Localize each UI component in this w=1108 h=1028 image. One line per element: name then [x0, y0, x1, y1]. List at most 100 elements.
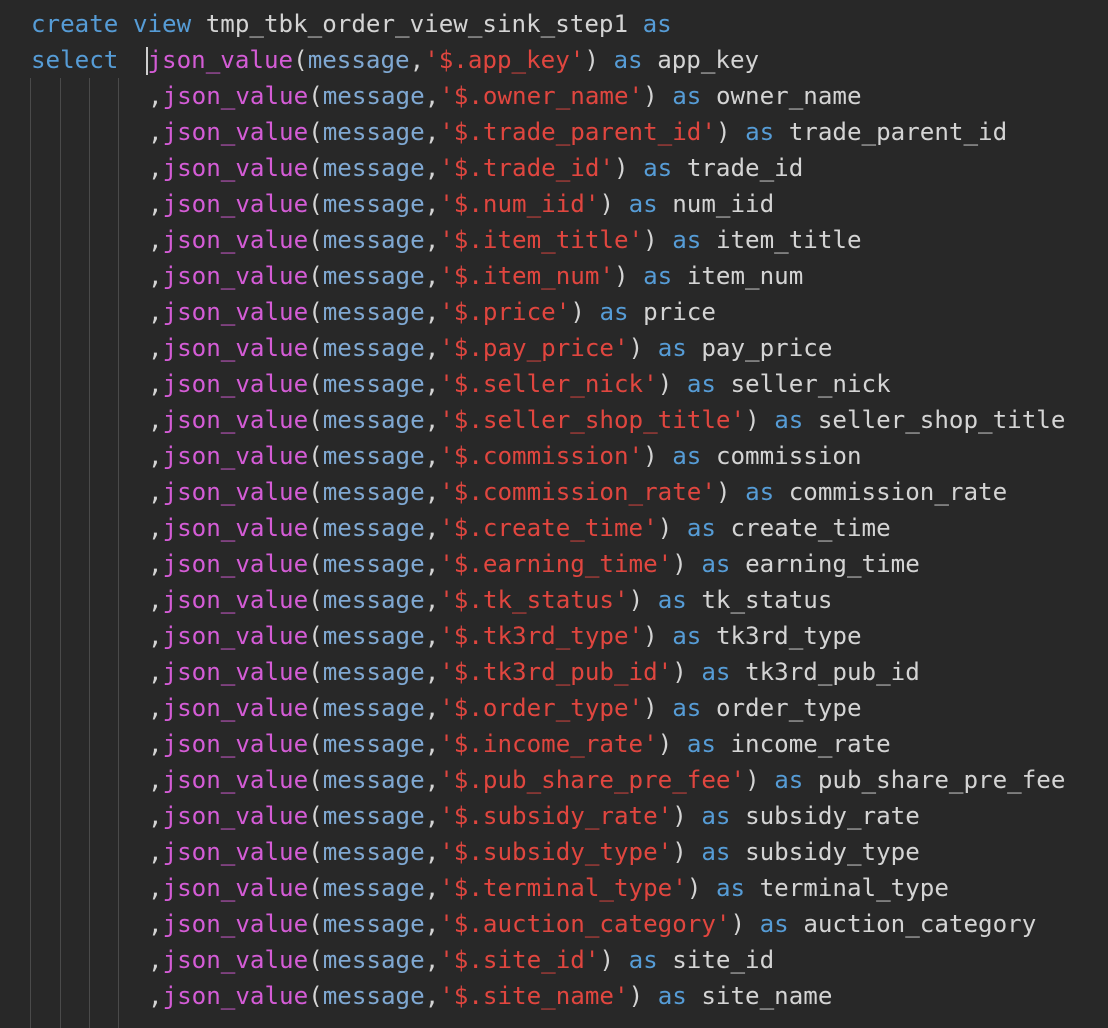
function-name: json_value [162, 370, 309, 398]
column-alias: seller_shop_title [817, 406, 1066, 434]
paren-open: ( [308, 838, 323, 866]
keyword-as: as [657, 982, 687, 1010]
json-path: '$.seller_shop_title' [439, 406, 746, 434]
leading-comma: , [148, 730, 163, 758]
function-name: json_value [162, 838, 309, 866]
code-line-field[interactable]: ,json_value(message,'$.subsidy_type') as… [148, 834, 920, 870]
code-line-select[interactable]: select json_value(message,'$.app_key') a… [31, 42, 759, 78]
paren-close: ) [672, 658, 687, 686]
comma: , [424, 406, 440, 434]
column-alias: earning_time [745, 550, 920, 578]
json-path: '$.price' [439, 298, 571, 326]
paren-open: ( [308, 298, 323, 326]
paren-close: ) [672, 550, 687, 578]
keyword-as: as [672, 82, 702, 110]
comma: , [424, 442, 440, 470]
param-message: message [322, 658, 425, 686]
code-line-field[interactable]: ,json_value(message,'$.trade_id') as tra… [148, 150, 803, 186]
keyword-as: as [701, 802, 731, 830]
code-line-field[interactable]: ,json_value(message,'$.site_name') as si… [148, 978, 832, 1014]
paren-close: ) [686, 874, 702, 902]
json-path: '$.create_time' [439, 514, 658, 542]
code-line-field[interactable]: ,json_value(message,'$.terminal_type') a… [148, 870, 949, 906]
code-line-field[interactable]: ,json_value(message,'$.create_time') as … [148, 510, 891, 546]
column-alias: tk_status [701, 586, 833, 614]
paren-close: ) [715, 478, 731, 506]
code-line-field[interactable]: ,json_value(message,'$.tk_status') as tk… [148, 582, 832, 618]
param-message: message [322, 406, 425, 434]
paren-open: ( [308, 802, 323, 830]
code-line-field[interactable]: ,json_value(message,'$.subsidy_rate') as… [148, 798, 920, 834]
json-path: '$.owner_name' [439, 82, 644, 110]
column-alias: site_id [672, 946, 775, 974]
function-name: json_value [162, 766, 309, 794]
keyword-as: as [774, 766, 804, 794]
function-name: json_value [162, 658, 309, 686]
param-message: message [322, 730, 425, 758]
paren-open: ( [308, 766, 323, 794]
code-line-field[interactable]: ,json_value(message,'$.num_iid') as num_… [148, 186, 774, 222]
keyword-as: as [642, 10, 672, 38]
code-line-field[interactable]: ,json_value(message,'$.income_rate') as … [148, 726, 891, 762]
code-line-field[interactable]: ,json_value(message,'$.seller_nick') as … [148, 366, 891, 402]
paren-open: ( [308, 586, 323, 614]
leading-comma: , [148, 478, 163, 506]
code-line-field[interactable]: ,json_value(message,'$.tk3rd_pub_id') as… [148, 654, 920, 690]
code-line-field[interactable]: ,json_value(message,'$.commission_rate')… [148, 474, 1007, 510]
code-line-field[interactable]: ,json_value(message,'$.pub_share_pre_fee… [148, 762, 1065, 798]
code-line-field[interactable]: ,json_value(message,'$.owner_name') as o… [148, 78, 862, 114]
paren-open: ( [308, 334, 323, 362]
param-message: message [322, 514, 425, 542]
comma: , [409, 46, 425, 74]
leading-comma: , [148, 514, 163, 542]
json-path: '$.tk_status' [439, 586, 629, 614]
leading-comma: , [148, 298, 163, 326]
indent-guide [60, 78, 61, 1028]
param-message: message [322, 946, 425, 974]
param-message: message [307, 46, 410, 74]
keyword-as: as [672, 622, 702, 650]
code-line-field[interactable]: ,json_value(message,'$.item_title') as i… [148, 222, 862, 258]
code-line-field[interactable]: ,json_value(message,'$.tk3rd_type') as t… [148, 618, 862, 654]
code-editor[interactable]: create view tmp_tbk_order_view_sink_step… [0, 0, 1108, 1028]
json-path: '$.item_num' [439, 262, 614, 290]
paren-close: ) [643, 82, 658, 110]
code-line-field[interactable]: ,json_value(message,'$.pay_price') as pa… [148, 330, 832, 366]
code-line-field[interactable]: ,json_value(message,'$.item_num') as ite… [148, 258, 803, 294]
paren-open: ( [308, 226, 323, 254]
column-alias: owner_name [715, 82, 862, 110]
json-path: '$.terminal_type' [439, 874, 687, 902]
keyword-as: as [599, 298, 629, 326]
paren-open: ( [308, 946, 323, 974]
leading-comma: , [148, 982, 163, 1010]
json-path: '$.trade_id' [439, 154, 614, 182]
column-alias: income_rate [730, 730, 891, 758]
function-name: json_value [162, 550, 309, 578]
comma: , [424, 154, 440, 182]
leading-comma: , [148, 802, 163, 830]
keyword-as: as [643, 262, 673, 290]
json-path: '$.subsidy_rate' [439, 802, 673, 830]
paren-open: ( [308, 478, 323, 506]
comma: , [424, 370, 440, 398]
code-line-create-view[interactable]: create view tmp_tbk_order_view_sink_step… [31, 6, 672, 42]
code-line-field[interactable]: ,json_value(message,'$.trade_parent_id')… [148, 114, 1007, 150]
code-line-field[interactable]: ,json_value(message,'$.earning_time') as… [148, 546, 920, 582]
comma: , [424, 946, 440, 974]
leading-comma: , [148, 82, 163, 110]
function-name: json_value [162, 622, 309, 650]
paren-close: ) [643, 622, 658, 650]
column-alias: site_name [701, 982, 833, 1010]
leading-comma: , [148, 154, 163, 182]
code-line-field[interactable]: ,json_value(message,'$.seller_shop_title… [148, 402, 1065, 438]
code-line-field[interactable]: ,json_value(message,'$.price') as price [148, 294, 716, 330]
paren-close: ) [657, 370, 673, 398]
leading-comma: , [148, 370, 163, 398]
column-alias: num_iid [672, 190, 775, 218]
code-line-field[interactable]: ,json_value(message,'$.order_type') as o… [148, 690, 862, 726]
code-line-field[interactable]: ,json_value(message,'$.auction_category'… [148, 906, 1036, 942]
code-line-field[interactable]: ,json_value(message,'$.site_id') as site… [148, 942, 774, 978]
function-name: json_value [162, 334, 309, 362]
column-alias: pub_share_pre_fee [817, 766, 1066, 794]
code-line-field[interactable]: ,json_value(message,'$.commission') as c… [148, 438, 862, 474]
